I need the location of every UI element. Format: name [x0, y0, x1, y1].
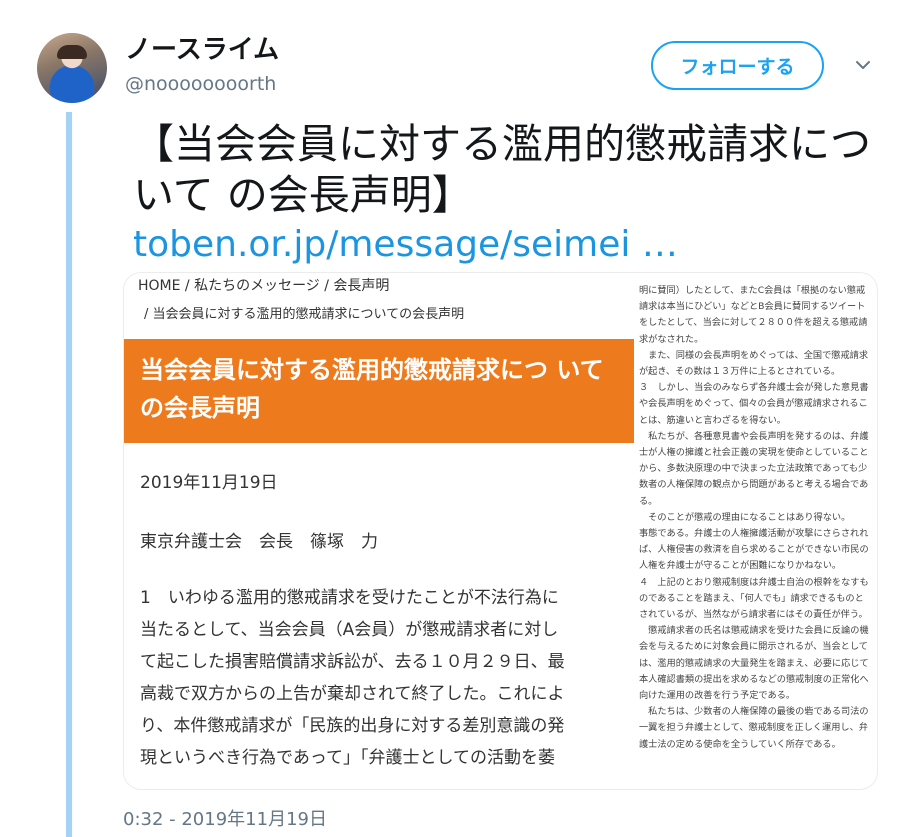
right-column-line: ３ しかし、当会のみならず各弁護士会が発した意見書 [639, 382, 869, 394]
display-name[interactable]: ノースライム [125, 34, 279, 66]
thread-line [66, 112, 72, 837]
body-line: 現というべき行為であって」「弁護士としての活動を萎 [140, 748, 555, 768]
follow-button[interactable]: フォローする [651, 41, 824, 90]
right-column-line: る。 [639, 495, 658, 507]
right-column-line: や会長声明をめぐって、個々の会員が懲戒請求されるこ [639, 398, 868, 410]
right-column-line: 護士法の定める使命を全うしていく所存である。 [639, 738, 841, 750]
right-column-line: は、濫用的懲戒請求の大量発生を踏まえ、必要に応じて [639, 657, 869, 669]
avatar[interactable] [37, 33, 107, 103]
document-left-page: HOME / 私たちのメッセージ / 会長声明 / 当会会員に対する濫用的懲戒請… [124, 273, 634, 789]
document-right-page: 明に賛同）したとして、またC会員は「根拠のない懲戒 請求は本当にひどい」などとB… [634, 273, 877, 789]
body-line: 高裁で双方からの上告が棄却されて終了した。これによ [140, 684, 565, 704]
right-column-line: 私たちは、少数者の人権保障の最後の砦である司法の [639, 706, 869, 718]
right-column-line: 人権を弁護士が守ることが困難になりかねない。 [639, 560, 842, 572]
right-column-line: のであることを踏まえ、「何人でも」請求できるものと [639, 592, 864, 604]
right-column-line: 私たちが、各種意見書や会長声明を発するのは、弁護 [639, 430, 869, 442]
right-column-line: 請求は本当にひどい」などとB会員に賛同するツイート [639, 301, 866, 313]
right-column-line: 求がなされた。 [639, 333, 704, 345]
tweet-text: 【当会会員に対する濫用的懲戒請求について の会長声明】 [133, 120, 871, 219]
right-column-line: また、同様の会長声明をめぐっては、全国で懲戒請求 [639, 349, 869, 361]
body-line: り、本件懲戒請求が「民族的出身に対する差別意識の発 [140, 716, 565, 736]
right-column-line: 懲戒請求者の氏名は懲戒請求を受けた会員に反論の機 [639, 625, 869, 637]
right-column-line: 士が人権の擁護と社会正義の実現を使命としていること [639, 447, 869, 459]
chevron-down-icon[interactable] [852, 54, 874, 76]
tweet-timestamp[interactable]: 0:32 - 2019年11月19日 [123, 805, 327, 831]
right-column-line: から、多数決原理の中で決まった立法政策であっても少 [639, 463, 868, 475]
right-column-line: 数者の人権保障の観点から問題があると考える場合であ [639, 479, 869, 491]
tweet-image[interactable]: HOME / 私たちのメッセージ / 会長声明 / 当会会員に対する濫用的懲戒請… [123, 272, 878, 790]
right-column-line: とは、筋違いと言わざるを得ない。 [639, 414, 786, 426]
right-column-line: 本人確認書類の提出を求めるなどの懲戒制度の正常化へ [639, 673, 869, 685]
banner-title: 当会会員に対する濫用的懲戒請求につ いての会長声明 [140, 356, 604, 422]
right-column-line: そのことが懲戒の理由になることはあり得ない。 [639, 511, 851, 523]
document-date: 2019年11月19日 [140, 473, 278, 493]
tweet-link[interactable]: toben.or.jp/message/seimei … [133, 222, 678, 268]
right-column-line: 会を与えるために対象会員に開示されるが、当会として [639, 641, 868, 653]
breadcrumb: HOME / 私たちのメッセージ / 会長声明 [138, 278, 390, 294]
right-column-line: されているが、当然ながら請求者にはその責任が伴う。 [639, 609, 868, 621]
body-line: て起こした損害賠償請求訴訟が、去る１０月２９日、最 [140, 652, 565, 672]
document-author: 東京弁護士会 会長 篠塚 力 [140, 532, 378, 552]
body-line: 1 いわゆる濫用的懲戒請求を受けたことが不法行為に [140, 588, 559, 608]
right-column-line: が起き、その数は１３万件に上るとされている。 [639, 366, 841, 378]
right-column-line: ４ 上記のとおり懲戒制度は弁護士自治の根幹をなすも [639, 576, 869, 588]
right-column-line: ば、人権侵害の救済を自ら求めることができない市民の [639, 544, 869, 556]
breadcrumb-current: / 当会会員に対する濫用的懲戒請求についての会長声明 [144, 307, 465, 322]
right-column-line: をしたとして、当会に対して２８００件を超える懲戒請 [639, 317, 868, 329]
right-column-line: 向けた運用の改善を行う予定である。 [639, 690, 796, 702]
user-handle[interactable]: @noooooooorth [125, 72, 276, 96]
document-body: 1 いわゆる濫用的懲戒請求を受けたことが不法行為に 当たるとして、当会会員（A会… [140, 582, 630, 774]
body-line: 当たるとして、当会会員（A会員）が懲戒請求者に対し [140, 620, 559, 640]
right-column-line: 明に賛同）したとして、またC会員は「根拠のない懲戒 [639, 285, 866, 296]
right-column-line: 一翼を担う弁護士として、懲戒制度を正しく運用し、弁 [639, 722, 868, 734]
title-banner: 当会会員に対する濫用的懲戒請求につ いての会長声明 [124, 339, 634, 443]
right-column-line: 事態である。弁護士の人権擁護活動が攻撃にさらされれ [639, 528, 869, 540]
